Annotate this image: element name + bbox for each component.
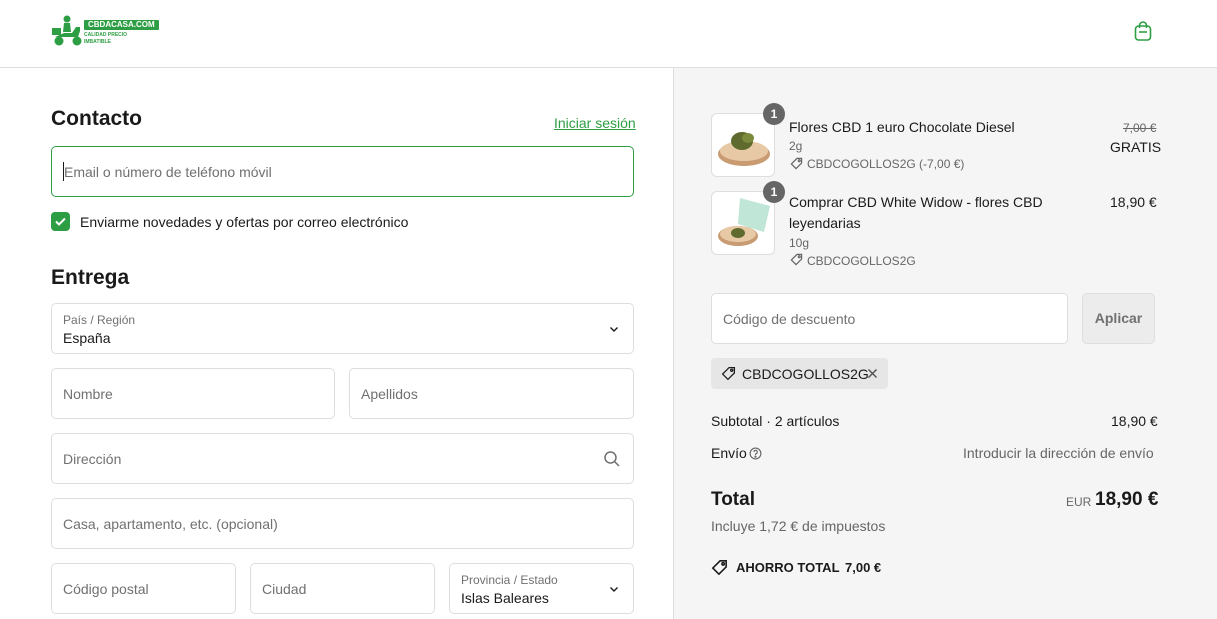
postal-code-field[interactable]: Código postal [51,563,236,614]
tag-icon [721,366,736,381]
tag-icon [790,157,803,170]
product-thumbnail: 1 [711,103,785,177]
subtotal-value: 18,90 € [1111,413,1158,429]
help-icon[interactable] [749,447,762,460]
city-placeholder: Ciudad [262,580,307,597]
first-name-field[interactable]: Nombre [51,368,335,419]
province-select[interactable]: Provincia / Estado Islas Baleares [449,563,634,614]
subtotal-label: Subtotal · 2 artículos [711,413,840,429]
product-thumbnail: 1 [711,181,785,255]
savings-value: 7,00 € [845,560,882,575]
item-price: 18,90 € [1110,194,1157,210]
item-original-price: 7,00 € [1123,121,1157,135]
cart-button[interactable] [1131,19,1155,43]
postal-code-placeholder: Código postal [63,580,149,597]
shipping-value: Introducir la dirección de envío [963,445,1154,461]
item-discount-code: CBDCOGOLLOS2G (-7,00 €) [807,157,965,171]
logo-tagline-1: CALIDAD PRECIO [84,32,128,38]
close-icon[interactable] [865,366,880,381]
newsletter-checkbox[interactable] [51,212,70,231]
logo[interactable]: CBDACASA.COM CALIDAD PRECIO IMBATIBLE [50,13,159,49]
product-image-icon [718,198,770,246]
apply-discount-button[interactable]: Aplicar [1082,293,1155,344]
total-value: 18,90 € [1095,489,1159,510]
item-title: Flores CBD 1 euro Chocolate Diesel [789,119,1015,135]
quantity-badge: 1 [763,103,785,125]
newsletter-label: Enviarme novedades y ofertas por correo … [80,214,409,230]
chevron-down-icon [610,586,618,592]
savings-tag-icon [711,560,727,576]
quantity-badge: 1 [763,181,785,203]
email-placeholder: Email o número de teléfono móvil [64,163,272,180]
province-label: Provincia / Estado [461,573,558,587]
scooter-logo-icon [52,15,82,46]
item-variant: 10g [789,236,810,250]
applied-discount-code: CBDCOGOLLOS2G [742,366,869,382]
first-name-placeholder: Nombre [63,385,113,402]
apartment-field[interactable]: Casa, apartamento, etc. (opcional) [51,498,634,549]
last-name-placeholder: Apellidos [361,385,418,402]
login-link[interactable]: Iniciar sesión [554,115,636,131]
last-name-field[interactable]: Apellidos [349,368,634,419]
taxes-note: Incluye 1,72 € de impuestos [711,518,886,534]
discount-code-placeholder: Código de descuento [723,310,856,327]
discount-code-field[interactable]: Código de descuento [711,293,1068,344]
address-field[interactable]: Dirección [51,433,634,484]
item-variant: 2g [789,139,803,153]
applied-discount-chip: CBDCOGOLLOS2G [711,358,888,389]
total-label: Total [711,489,755,510]
city-field[interactable]: Ciudad [250,563,435,614]
savings-label: AHORRO TOTAL [736,560,840,575]
shopping-bag-icon [1134,21,1152,41]
item-title: Comprar CBD White Widow - flores CBD [789,194,1043,210]
country-select[interactable]: País / Región España [51,303,634,354]
tag-icon [790,253,803,266]
product-image-icon [718,132,770,166]
search-icon[interactable] [603,450,621,468]
country-label: País / Región [63,313,136,327]
checkmark-icon [55,217,66,226]
logo-tagline-2: IMBATIBLE [84,39,111,45]
item-title-continued: leyendarias [789,215,861,231]
shipping-label: Envío [711,445,747,461]
province-value: Islas Baleares [461,590,549,606]
delivery-heading: Entrega [51,266,130,289]
item-price: GRATIS [1110,139,1162,155]
country-value: España [63,330,111,346]
address-placeholder: Dirección [63,450,122,467]
currency-code: EUR [1066,495,1092,509]
item-discount-code: CBDCOGOLLOS2G [807,254,916,268]
email-field[interactable]: Email o número de teléfono móvil [51,146,634,197]
contact-heading: Contacto [51,107,142,130]
chevron-down-icon [610,326,618,332]
logo-brand-text: CBDACASA.COM [84,20,159,30]
apartment-placeholder: Casa, apartamento, etc. (opcional) [63,515,278,532]
header: CBDACASA.COM CALIDAD PRECIO IMBATIBLE [0,0,1217,68]
